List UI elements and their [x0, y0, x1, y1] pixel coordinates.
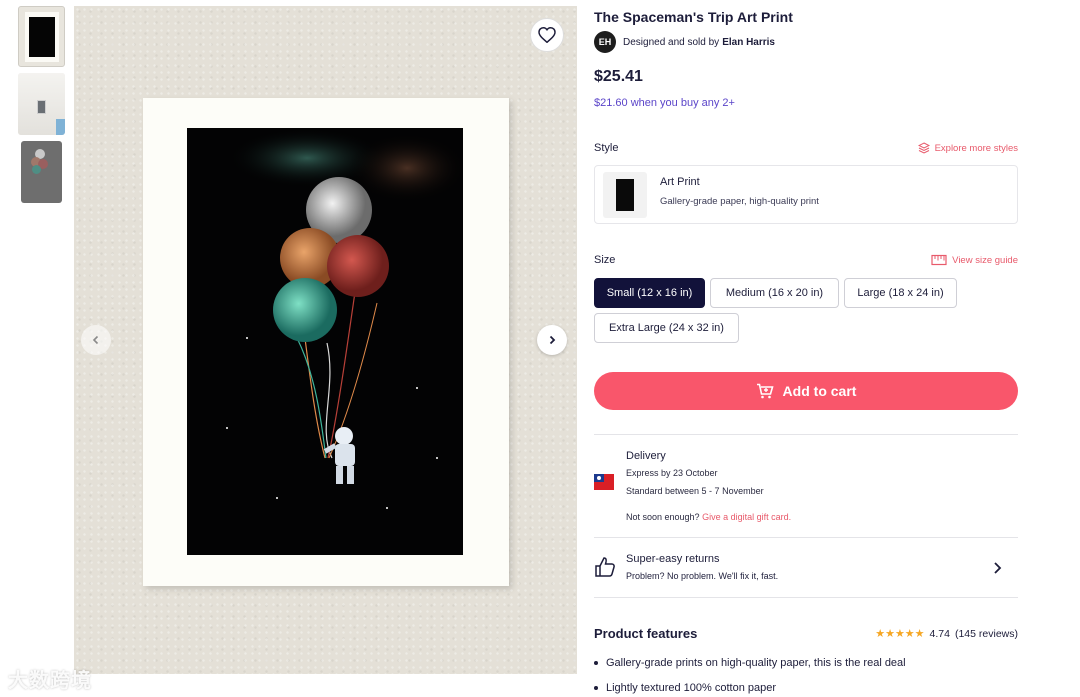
style-description: Gallery-grade paper, high-quality print: [660, 196, 819, 207]
divider: [594, 434, 1018, 435]
chevron-right-icon: [549, 335, 556, 345]
thumbnail-decor: [56, 119, 65, 135]
taiwan-flag-icon: [594, 474, 614, 490]
previous-image-button[interactable]: [81, 325, 111, 355]
ruler-icon: [931, 254, 947, 266]
feature-item: Lightly textured 100% cotton paper: [594, 682, 776, 694]
layers-icon: [917, 142, 930, 154]
divider: [594, 537, 1018, 538]
review-count: (145 reviews): [954, 627, 1018, 640]
thumbnail-frame: [37, 100, 46, 114]
thumbnail-art-print[interactable]: [18, 6, 65, 67]
product-features-title: Product features: [594, 626, 698, 641]
size-option-medium[interactable]: Medium (16 x 20 in): [710, 278, 839, 308]
size-option-large[interactable]: Large (18 x 24 in): [844, 278, 957, 308]
explore-styles-label: Explore more styles: [934, 142, 1018, 154]
size-label: Size: [594, 254, 616, 266]
not-soon-text: Not soon enough?: [626, 512, 700, 522]
delivery-express: Express by 23 October: [626, 468, 718, 478]
thumbnail-artwork: [29, 17, 55, 57]
thumbnail-detail[interactable]: [21, 141, 62, 203]
artist-info: EH Designed and sold by Elan Harris: [594, 31, 775, 53]
artist-avatar[interactable]: EH: [594, 31, 616, 53]
next-image-button[interactable]: [537, 325, 567, 355]
chevron-left-icon: [92, 335, 99, 345]
returns-title: Super-easy returns: [626, 553, 720, 565]
add-to-cart-button[interactable]: Add to cart: [594, 372, 1018, 410]
style-thumbnail-art: [616, 179, 634, 211]
delivery-title: Delivery: [626, 450, 666, 462]
product-title: The Spaceman's Trip Art Print: [594, 9, 793, 25]
divider: [594, 597, 1018, 598]
thumbnail-room-view[interactable]: [18, 73, 65, 135]
bulk-offer: $21.60 when you buy any 2+: [594, 97, 735, 109]
heart-icon: [538, 27, 556, 43]
cart-icon: [756, 383, 774, 399]
rating-stars: ★★★★★: [875, 628, 925, 640]
rating-value: 4.74: [929, 627, 950, 640]
gift-card-link[interactable]: Give a digital gift card.: [702, 512, 791, 522]
rating-summary[interactable]: ★★★★★ 4.74 (145 reviews): [875, 627, 1018, 641]
product-main-image[interactable]: [74, 6, 577, 674]
watermark: 大数跨境: [8, 670, 92, 692]
style-name: Art Print: [660, 176, 700, 188]
feature-item: Gallery-grade prints on high-quality pap…: [594, 657, 906, 669]
size-guide-label: View size guide: [952, 254, 1018, 266]
size-option-extra-large[interactable]: Extra Large (24 x 32 in): [594, 313, 739, 343]
explore-styles-link[interactable]: Explore more styles: [917, 142, 1018, 154]
print-mat: [143, 98, 509, 586]
size-option-small[interactable]: Small (12 x 16 in): [594, 278, 705, 308]
add-to-cart-label: Add to cart: [782, 383, 857, 399]
artwork: [187, 128, 463, 555]
flag-sun: [597, 476, 601, 480]
chevron-right-icon[interactable]: [992, 561, 1002, 575]
product-price: $25.41: [594, 68, 643, 85]
size-guide-link[interactable]: View size guide: [931, 254, 1018, 266]
artist-prefix: Designed and sold by: [623, 36, 720, 48]
style-option-card[interactable]: Art Print Gallery-grade paper, high-qual…: [594, 165, 1018, 224]
artwork-illustration: [187, 128, 463, 555]
style-thumbnail: [603, 172, 647, 218]
delivery-standard: Standard between 5 - 7 November: [626, 486, 764, 496]
artist-name-link[interactable]: Elan Harris: [722, 37, 775, 48]
favorite-button[interactable]: [530, 18, 564, 52]
thumbs-up-icon: [595, 557, 615, 577]
style-label: Style: [594, 142, 619, 154]
returns-subtitle: Problem? No problem. We'll fix it, fast.: [626, 571, 779, 581]
delivery-not-soon: Not soon enough? Give a digital gift car…: [626, 512, 791, 522]
thumbnail-balloon: [32, 165, 41, 174]
